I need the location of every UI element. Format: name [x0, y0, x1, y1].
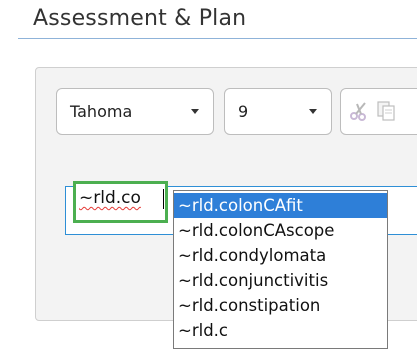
typed-text[interactable]: ~rld.co: [79, 188, 141, 208]
autocomplete-item[interactable]: ~rld.condylomata: [174, 243, 387, 268]
font-family-value: Tahoma: [70, 102, 133, 121]
autocomplete-dropdown[interactable]: ~rld.colonCAfit ~rld.colonCAscope ~rld.con…: [173, 190, 388, 349]
autocomplete-item[interactable]: ~rld.colonCAfit: [174, 193, 387, 218]
autocomplete-list: ~rld.colonCAfit ~rld.colonCAscope ~rld.con…: [174, 191, 387, 343]
font-family-dropdown[interactable]: Tahoma: [56, 88, 214, 135]
text-caret: [163, 189, 164, 209]
font-size-value: 9: [238, 102, 249, 121]
section-divider: [18, 38, 417, 39]
copy-icon[interactable]: [376, 100, 396, 126]
autocomplete-item[interactable]: ~rld.colonCAscope: [174, 218, 387, 243]
chevron-down-icon: [191, 109, 199, 114]
font-size-dropdown[interactable]: 9: [224, 88, 332, 135]
autocomplete-item[interactable]: ~rld.conjunctivitis: [174, 268, 387, 293]
autocomplete-item[interactable]: ~rld.constipation: [174, 293, 387, 318]
chevron-down-icon: [309, 109, 317, 114]
section-title: Assessment & Plan: [33, 6, 247, 31]
scissors-icon[interactable]: [348, 100, 370, 126]
autocomplete-item[interactable]: ~rld.c: [174, 318, 387, 343]
